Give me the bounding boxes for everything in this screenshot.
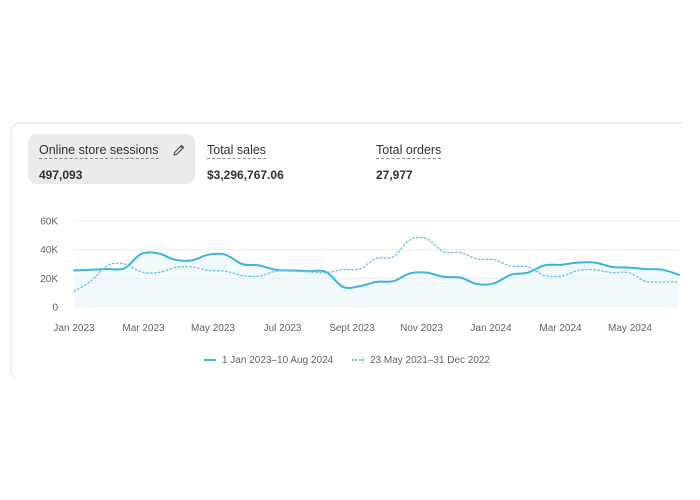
x-tick-label: May 2023 [191, 323, 235, 334]
legend-label: 1 Jan 2023–10 Aug 2024 [221, 354, 334, 366]
legend-label: 23 May 2021–31 Dec 2022 [369, 354, 491, 366]
x-tick-label: Mar 2023 [122, 323, 165, 334]
y-tick-label: 0 [52, 303, 58, 314]
x-tick-label: Sept 2023 [329, 323, 375, 334]
y-tick-label: 60K [40, 217, 58, 228]
legend-swatch-solid [203, 359, 216, 361]
legend-swatch-dotted [351, 359, 364, 361]
x-tick-label: Mar 2024 [539, 323, 582, 334]
sessions-line-chart: 0 20K 40K 60K Jan 2023 Mar 2023 May 2023 Jul 2… [40, 217, 680, 334]
series-area-fill [74, 252, 679, 307]
x-tick-label: Jan 2023 [53, 323, 95, 334]
legend-item-current[interactable]: 1 Jan 2023–10 Aug 2024 [203, 354, 334, 366]
chart-legend: 1 Jan 2023–10 Aug 2024 23 May 2021–31 De… [12, 353, 682, 366]
y-tick-label: 40K [40, 245, 58, 256]
x-tick-label: Jan 2024 [470, 323, 512, 334]
x-tick-label: Jul 2023 [264, 323, 302, 334]
y-tick-label: 20K [40, 274, 58, 285]
x-tick-label: May 2024 [608, 323, 652, 334]
x-tick-label: Nov 2023 [400, 323, 443, 334]
analytics-card: Online store sessions 497,093 Total sale… [12, 124, 682, 380]
legend-item-comparison[interactable]: 23 May 2021–31 Dec 2022 [351, 354, 491, 366]
